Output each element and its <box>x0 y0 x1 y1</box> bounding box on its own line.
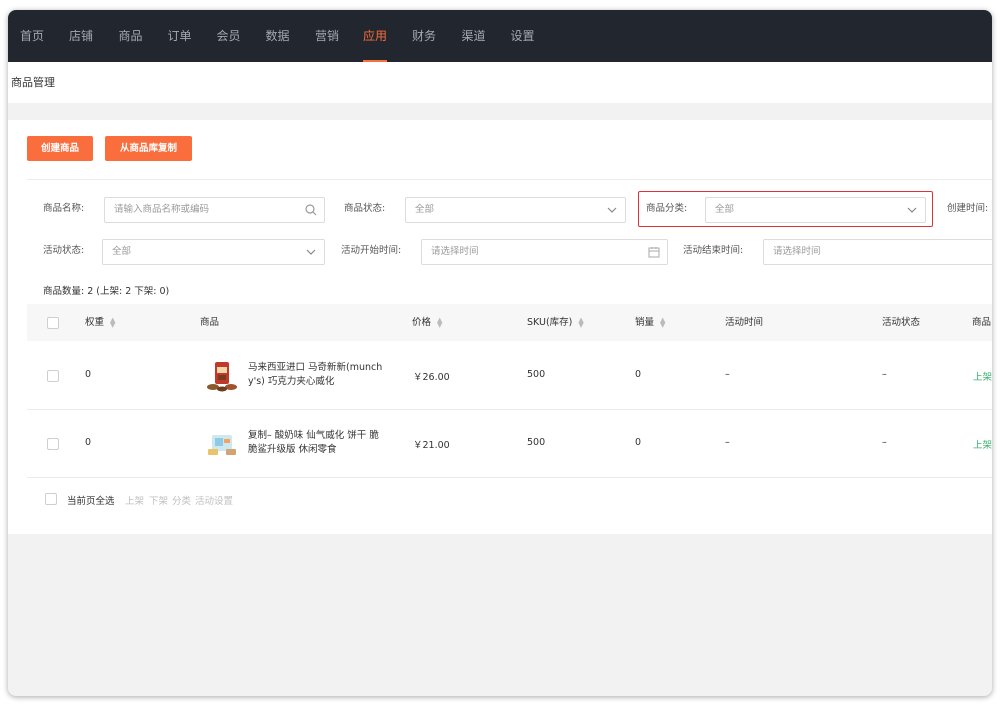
nav-item-apps[interactable]: 应用 <box>363 10 387 62</box>
chevron-down-icon <box>306 249 316 255</box>
row-sku: 500 <box>527 437 546 448</box>
row-status: 上架 <box>973 440 992 451</box>
product-name-input[interactable]: 请输入商品名称或编码 <box>104 197 325 223</box>
page-title: 商品管理 <box>11 76 55 89</box>
nav-item-finance[interactable]: 财务 <box>400 10 448 62</box>
product-count: 商品数量: 2 (上架: 2 下架: 0) <box>43 286 170 297</box>
column-sales[interactable]: 销量 ▲ ▼ <box>635 304 665 341</box>
copy-from-library-button[interactable]: 从商品库复制 <box>105 136 192 161</box>
nav-item-store[interactable]: 店铺 <box>56 10 106 62</box>
nav-item-marketing[interactable]: 营销 <box>302 10 352 62</box>
batch-list-button[interactable]: 上架 <box>125 493 144 507</box>
activity-status-select[interactable]: 全部 <box>102 239 325 265</box>
table-row[interactable]: 0 马来西亚进口 马奇新新(munchy's) 巧克力夹心威化 ￥26.00 5… <box>27 341 992 410</box>
sort-icon[interactable]: ▲ ▼ <box>660 316 665 328</box>
activity-status-label: 活动状态: <box>43 245 85 256</box>
sort-icon[interactable]: ▲ ▼ <box>110 316 115 328</box>
product-status-label: 商品状态: <box>344 203 386 214</box>
product-status-value: 全部 <box>415 204 435 215</box>
row-checkbox[interactable] <box>47 370 59 382</box>
page-select-all-label[interactable]: 当前页全选 <box>67 493 115 507</box>
product-category-label: 商品分类: <box>646 203 688 214</box>
product-thumbnail[interactable] <box>205 359 239 393</box>
app-window: 首页 店铺 商品 订单 会员 数据 营销 应用 财务 渠道 设置 商品管理 创建… <box>8 10 992 696</box>
activity-end-label: 活动结束时间: <box>683 245 744 256</box>
nav-item-home[interactable]: 首页 <box>8 10 56 62</box>
row-activity-time: – <box>725 369 730 380</box>
select-all-checkbox[interactable] <box>47 317 59 329</box>
column-activity-time: 活动时间 <box>725 317 764 328</box>
activity-status-value: 全部 <box>112 246 132 257</box>
sort-icon[interactable]: ▲ ▼ <box>578 316 583 328</box>
table-row[interactable]: 0 复制– 酸奶味 仙气威化 饼干 脆脆鲨升级版 休闲零食 ￥21.00 500… <box>27 409 992 478</box>
calendar-icon <box>648 247 660 258</box>
row-activity-time: – <box>725 437 730 448</box>
nav-item-channels[interactable]: 渠道 <box>449 10 498 62</box>
activity-start-picker[interactable]: 请选择时间 <box>421 239 668 265</box>
activity-end-placeholder: 请选择时间 <box>773 246 821 257</box>
column-weight[interactable]: 权重 ▲ ▼ <box>85 304 115 341</box>
created-time-label: 创建时间: <box>947 203 989 214</box>
column-activity-status: 活动状态 <box>882 317 921 328</box>
row-activity-status: – <box>882 437 887 448</box>
table-header: 权重 ▲ ▼ 商品 价格 ▲ ▼ SKU(库存) ▲ ▼ 销量 ▲ ▼ 活动时间 活动状态 商品 <box>27 304 992 341</box>
batch-activity-button[interactable]: 活动设置 <box>195 493 233 507</box>
row-weight: 0 <box>85 369 92 380</box>
row-sales: 0 <box>635 369 642 380</box>
row-status: 上架 <box>973 372 992 383</box>
nav-item-members[interactable]: 会员 <box>204 10 253 62</box>
nav-item-orders[interactable]: 订单 <box>155 10 204 62</box>
activity-end-picker[interactable]: 请选择时间 <box>763 239 992 265</box>
product-category-value: 全部 <box>715 204 735 215</box>
nav-item-products[interactable]: 商品 <box>106 10 155 62</box>
product-name[interactable]: 马来西亚进口 马奇新新(munchy's) 巧克力夹心威化 <box>248 361 383 389</box>
top-nav: 首页 店铺 商品 订单 会员 数据 营销 应用 财务 渠道 设置 <box>8 10 992 62</box>
main-content: 创建商品 从商品库复制 商品名称: 请输入商品名称或编码 商品状态: 全部 商品… <box>8 120 992 534</box>
column-product-status: 商品 <box>972 317 992 328</box>
row-sales: 0 <box>635 437 642 448</box>
product-name[interactable]: 复制– 酸奶味 仙气威化 饼干 脆脆鲨升级版 休闲零食 <box>248 429 383 457</box>
column-price[interactable]: 价格 ▲ ▼ <box>412 304 442 341</box>
chevron-down-icon <box>907 207 917 213</box>
row-price: ￥21.00 <box>413 440 450 451</box>
batch-category-button[interactable]: 分类 <box>172 493 191 507</box>
create-product-button[interactable]: 创建商品 <box>27 136 93 161</box>
product-category-select[interactable]: 全部 <box>705 197 926 223</box>
sort-icon[interactable]: ▲ ▼ <box>437 316 442 328</box>
row-activity-status: – <box>882 369 887 380</box>
search-icon[interactable] <box>304 203 318 217</box>
product-thumbnail[interactable] <box>205 427 239 461</box>
page-select-all-checkbox[interactable] <box>45 493 57 505</box>
row-sku: 500 <box>527 369 546 380</box>
batch-delist-button[interactable]: 下架 <box>149 493 168 507</box>
product-status-select[interactable]: 全部 <box>405 197 626 223</box>
nav-item-data[interactable]: 数据 <box>253 10 302 62</box>
product-name-label: 商品名称: <box>43 203 85 214</box>
column-sku[interactable]: SKU(库存) ▲ ▼ <box>527 304 584 341</box>
row-price: ￥26.00 <box>413 372 450 383</box>
row-weight: 0 <box>85 437 92 448</box>
column-product: 商品 <box>200 317 220 328</box>
activity-start-label: 活动开始时间: <box>341 245 402 256</box>
nav-item-settings[interactable]: 设置 <box>498 10 547 62</box>
product-name-placeholder: 请输入商品名称或编码 <box>114 204 210 215</box>
divider <box>27 179 992 180</box>
activity-start-placeholder: 请选择时间 <box>431 246 479 257</box>
row-checkbox[interactable] <box>47 438 59 450</box>
chevron-down-icon <box>607 207 617 213</box>
page-header: 商品管理 <box>8 62 992 103</box>
